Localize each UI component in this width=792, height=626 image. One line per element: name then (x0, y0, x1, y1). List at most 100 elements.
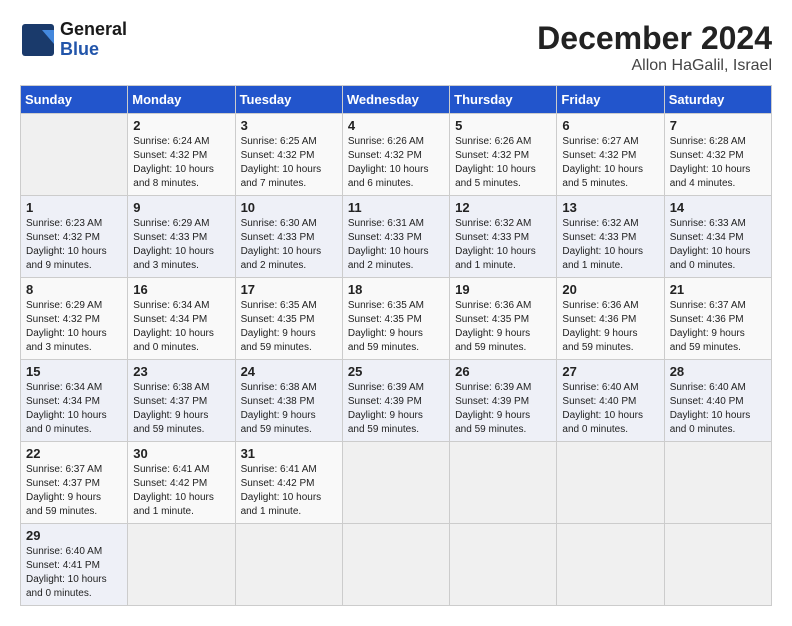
day-number: 26 (455, 364, 551, 379)
day-info: Sunrise: 6:29 AM Sunset: 4:32 PM Dayligh… (26, 299, 122, 355)
calendar-table: SundayMondayTuesdayWednesdayThursdayFrid… (20, 85, 772, 606)
day-number: 5 (455, 118, 551, 133)
calendar-cell: 23 Sunrise: 6:38 AM Sunset: 4:37 PM Dayli… (128, 360, 235, 442)
calendar-cell: 17Sunrise: 6:35 AM Sunset: 4:35 PM Dayli… (235, 278, 342, 360)
title-block: December 2024 Allon HaGalil, Israel (537, 20, 772, 75)
calendar-cell: 8 Sunrise: 6:29 AM Sunset: 4:32 PM Daylig… (21, 278, 128, 360)
calendar-week-row: 22 Sunrise: 6:37 AM Sunset: 4:37 PM Dayli… (21, 442, 772, 524)
day-number: 31 (241, 446, 337, 461)
calendar-cell: 6Sunrise: 6:27 AM Sunset: 4:32 PM Daylig… (557, 114, 664, 196)
calendar-cell: 16Sunrise: 6:34 AM Sunset: 4:34 PM Dayli… (128, 278, 235, 360)
day-number: 20 (562, 282, 658, 297)
day-number: 2 (133, 118, 229, 133)
calendar-cell: 10 Sunrise: 6:30 AM Sunset: 4:33 PM Dayli… (235, 196, 342, 278)
day-number: 7 (670, 118, 766, 133)
calendar-cell: 18 Sunrise: 6:35 AM Sunset: 4:35 PM Dayli… (342, 278, 449, 360)
calendar-cell (557, 524, 664, 606)
calendar-cell: 14Sunrise: 6:33 AM Sunset: 4:34 PM Dayli… (664, 196, 771, 278)
calendar-cell (235, 524, 342, 606)
day-number: 3 (241, 118, 337, 133)
calendar-cell (664, 524, 771, 606)
calendar-cell (21, 114, 128, 196)
calendar-cell: 4Sunrise: 6:26 AM Sunset: 4:32 PM Daylig… (342, 114, 449, 196)
day-of-week-thursday: Thursday (450, 86, 557, 114)
day-info: Sunrise: 6:23 AM Sunset: 4:32 PM Dayligh… (26, 217, 122, 273)
day-of-week-wednesday: Wednesday (342, 86, 449, 114)
calendar-cell: 5 Sunrise: 6:26 AM Sunset: 4:32 PM Daylig… (450, 114, 557, 196)
calendar-cell (128, 524, 235, 606)
calendar-cell: 13Sunrise: 6:32 AM Sunset: 4:33 PM Dayli… (557, 196, 664, 278)
day-info: Sunrise: 6:36 AM Sunset: 4:35 PM Dayligh… (455, 299, 551, 355)
calendar-cell: 29Sunrise: 6:40 AM Sunset: 4:41 PM Dayli… (21, 524, 128, 606)
calendar-week-row: 8 Sunrise: 6:29 AM Sunset: 4:32 PM Daylig… (21, 278, 772, 360)
day-number: 24 (241, 364, 337, 379)
day-info: Sunrise: 6:38 AM Sunset: 4:38 PM Dayligh… (241, 381, 337, 437)
day-of-week-sunday: Sunday (21, 86, 128, 114)
day-info: Sunrise: 6:28 AM Sunset: 4:32 PM Dayligh… (670, 135, 766, 191)
day-number: 18 (348, 282, 444, 297)
day-of-week-tuesday: Tuesday (235, 86, 342, 114)
day-of-week-saturday: Saturday (664, 86, 771, 114)
day-info: Sunrise: 6:35 AM Sunset: 4:35 PM Dayligh… (241, 299, 337, 355)
day-info: Sunrise: 6:34 AM Sunset: 4:34 PM Dayligh… (133, 299, 229, 355)
day-number: 25 (348, 364, 444, 379)
page-header: General Blue December 2024 Allon HaGalil… (20, 20, 772, 75)
day-info: Sunrise: 6:41 AM Sunset: 4:42 PM Dayligh… (133, 463, 229, 519)
day-info: Sunrise: 6:35 AM Sunset: 4:35 PM Dayligh… (348, 299, 444, 355)
day-number: 29 (26, 528, 122, 543)
calendar-cell: 2Sunrise: 6:24 AM Sunset: 4:32 PM Daylig… (128, 114, 235, 196)
calendar-cell: 12 Sunrise: 6:32 AM Sunset: 4:33 PM Dayli… (450, 196, 557, 278)
day-number: 8 (26, 282, 122, 297)
calendar-cell: 25Sunrise: 6:39 AM Sunset: 4:39 PM Dayli… (342, 360, 449, 442)
calendar-cell: 30 Sunrise: 6:41 AM Sunset: 4:42 PM Dayli… (128, 442, 235, 524)
logo: General Blue (20, 20, 127, 60)
day-number: 14 (670, 200, 766, 215)
day-info: Sunrise: 6:40 AM Sunset: 4:40 PM Dayligh… (562, 381, 658, 437)
day-number: 22 (26, 446, 122, 461)
day-number: 12 (455, 200, 551, 215)
day-info: Sunrise: 6:30 AM Sunset: 4:33 PM Dayligh… (241, 217, 337, 273)
day-number: 23 (133, 364, 229, 379)
day-number: 9 (133, 200, 229, 215)
calendar-cell: 22 Sunrise: 6:37 AM Sunset: 4:37 PM Dayli… (21, 442, 128, 524)
day-number: 19 (455, 282, 551, 297)
logo-text-general: General (60, 20, 127, 40)
day-number: 27 (562, 364, 658, 379)
logo-text-blue: Blue (60, 40, 127, 60)
day-info: Sunrise: 6:38 AM Sunset: 4:37 PM Dayligh… (133, 381, 229, 437)
calendar-week-row: 1 Sunrise: 6:23 AM Sunset: 4:32 PM Daylig… (21, 196, 772, 278)
day-of-week-monday: Monday (128, 86, 235, 114)
day-info: Sunrise: 6:37 AM Sunset: 4:36 PM Dayligh… (670, 299, 766, 355)
day-info: Sunrise: 6:26 AM Sunset: 4:32 PM Dayligh… (455, 135, 551, 191)
day-info: Sunrise: 6:40 AM Sunset: 4:40 PM Dayligh… (670, 381, 766, 437)
day-number: 10 (241, 200, 337, 215)
calendar-cell (342, 524, 449, 606)
day-number: 11 (348, 200, 444, 215)
calendar-cell: 28 Sunrise: 6:40 AM Sunset: 4:40 PM Dayli… (664, 360, 771, 442)
day-number: 6 (562, 118, 658, 133)
day-info: Sunrise: 6:32 AM Sunset: 4:33 PM Dayligh… (455, 217, 551, 273)
calendar-cell: 11 Sunrise: 6:31 AM Sunset: 4:33 PM Dayli… (342, 196, 449, 278)
calendar-cell: 24 Sunrise: 6:38 AM Sunset: 4:38 PM Dayli… (235, 360, 342, 442)
calendar-cell (557, 442, 664, 524)
day-info: Sunrise: 6:37 AM Sunset: 4:37 PM Dayligh… (26, 463, 122, 519)
calendar-week-row: 29Sunrise: 6:40 AM Sunset: 4:41 PM Dayli… (21, 524, 772, 606)
calendar-cell (450, 442, 557, 524)
day-number: 21 (670, 282, 766, 297)
calendar-cell: 1 Sunrise: 6:23 AM Sunset: 4:32 PM Daylig… (21, 196, 128, 278)
day-info: Sunrise: 6:25 AM Sunset: 4:32 PM Dayligh… (241, 135, 337, 191)
day-number: 1 (26, 200, 122, 215)
calendar-body: 2Sunrise: 6:24 AM Sunset: 4:32 PM Daylig… (21, 114, 772, 606)
month-title: December 2024 (537, 20, 772, 57)
day-number: 15 (26, 364, 122, 379)
day-info: Sunrise: 6:31 AM Sunset: 4:33 PM Dayligh… (348, 217, 444, 273)
day-number: 30 (133, 446, 229, 461)
day-info: Sunrise: 6:32 AM Sunset: 4:33 PM Dayligh… (562, 217, 658, 273)
day-info: Sunrise: 6:34 AM Sunset: 4:34 PM Dayligh… (26, 381, 122, 437)
calendar-cell: 3 Sunrise: 6:25 AM Sunset: 4:32 PM Daylig… (235, 114, 342, 196)
calendar-cell: 20 Sunrise: 6:36 AM Sunset: 4:36 PM Dayli… (557, 278, 664, 360)
day-number: 28 (670, 364, 766, 379)
day-info: Sunrise: 6:36 AM Sunset: 4:36 PM Dayligh… (562, 299, 658, 355)
calendar-cell: 27 Sunrise: 6:40 AM Sunset: 4:40 PM Dayli… (557, 360, 664, 442)
calendar-cell: 19 Sunrise: 6:36 AM Sunset: 4:35 PM Dayli… (450, 278, 557, 360)
